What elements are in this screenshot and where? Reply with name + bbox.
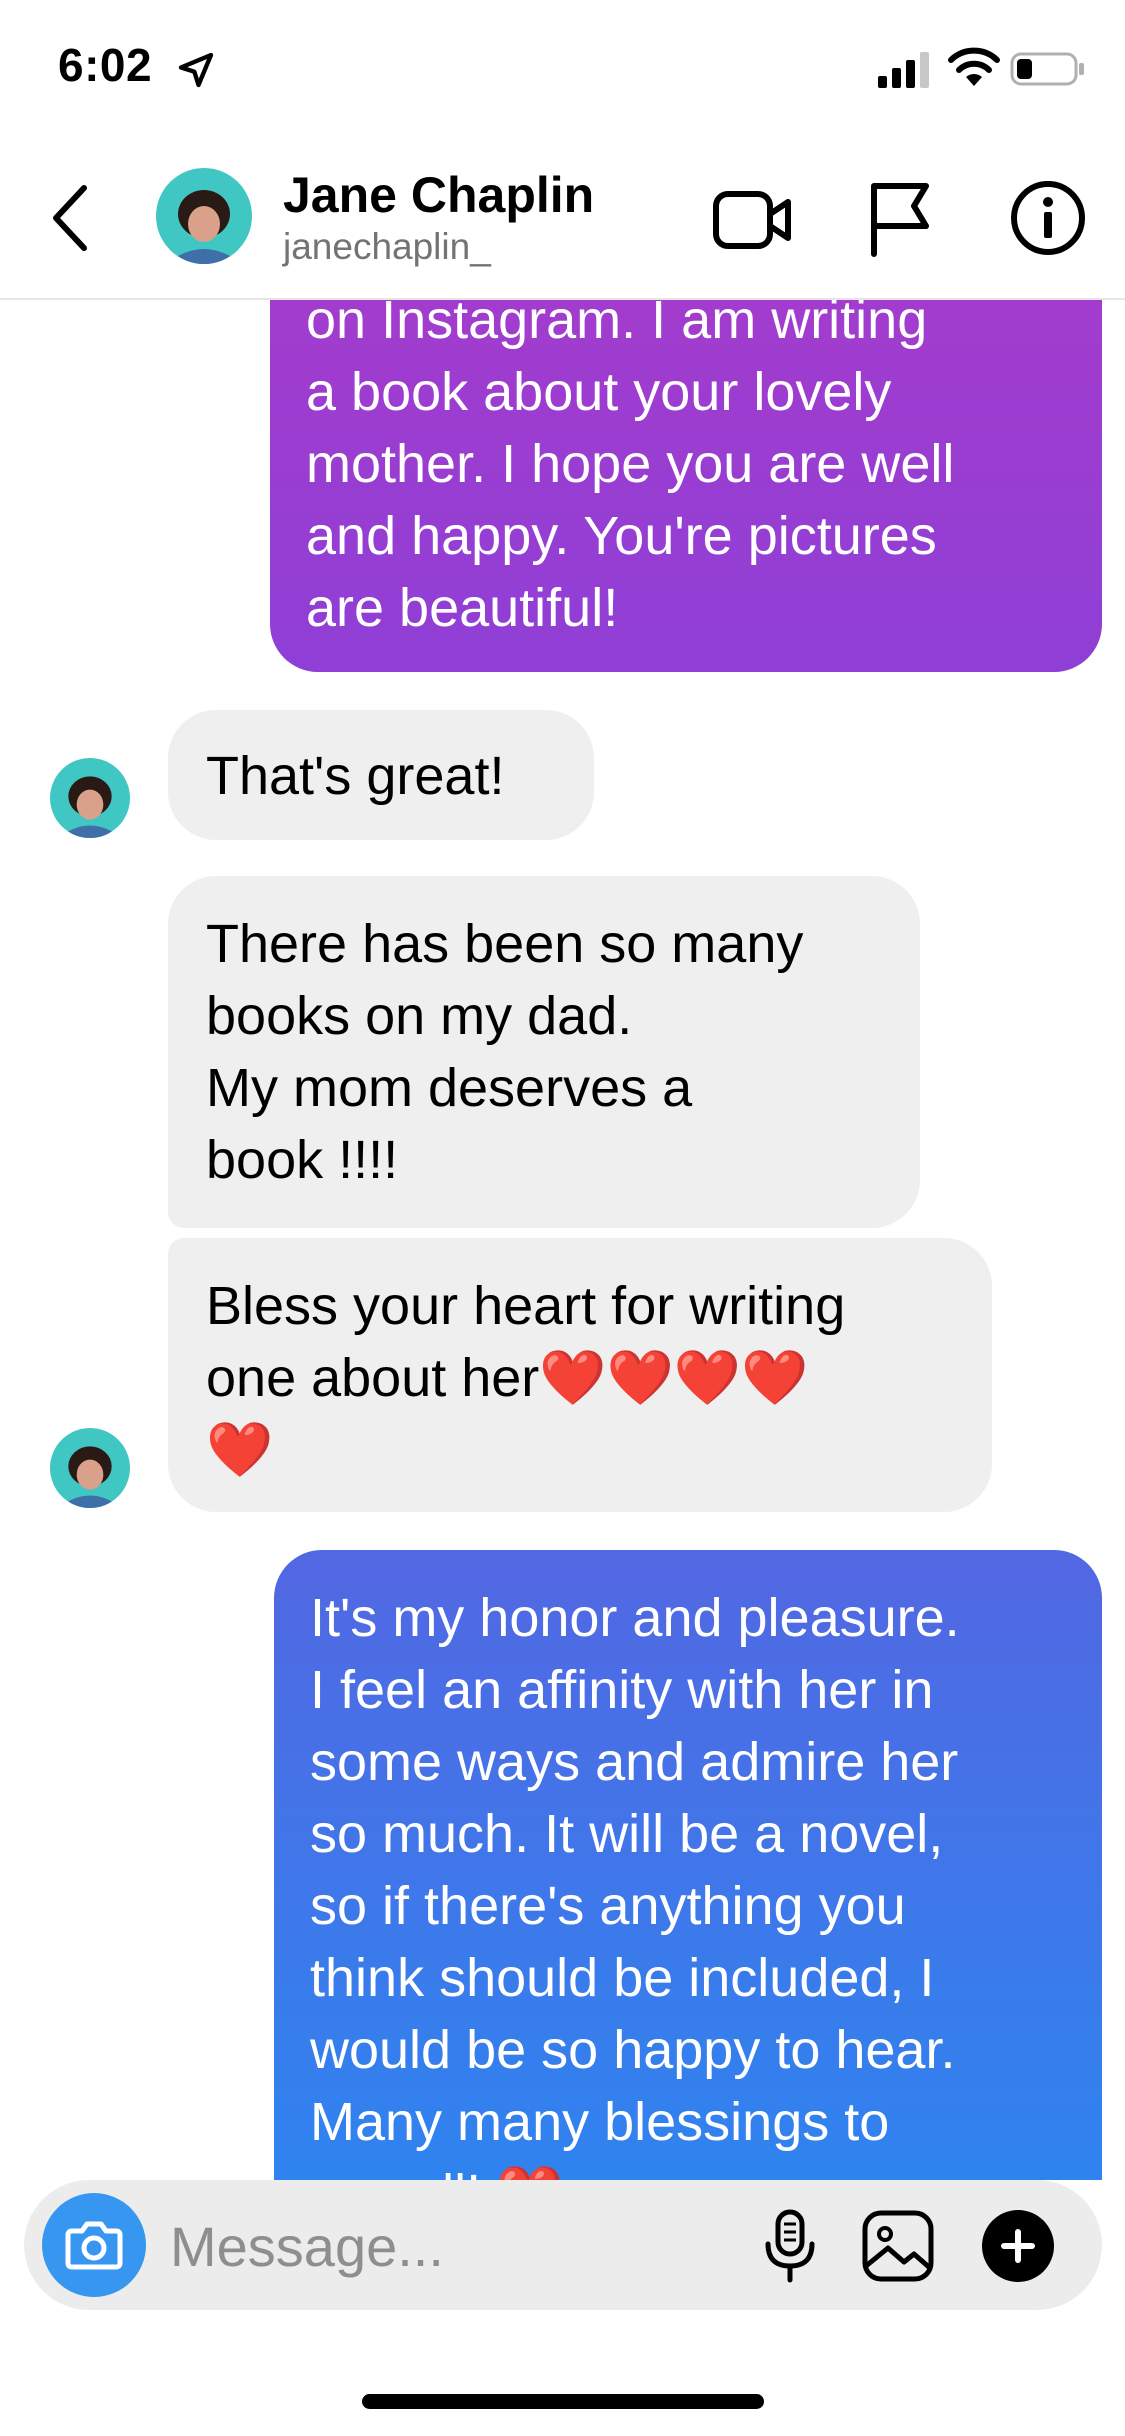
status-time: 6:02 xyxy=(58,39,153,91)
camera-icon xyxy=(65,2221,123,2270)
microphone-icon[interactable] xyxy=(754,2208,826,2284)
gallery-icon[interactable] xyxy=(860,2208,936,2284)
message-bubble-incoming[interactable]: There has been so many books on my dad. … xyxy=(168,876,920,1228)
location-arrow-icon xyxy=(178,52,214,88)
cellular-signal-icon xyxy=(878,52,929,88)
video-camera-icon[interactable] xyxy=(712,180,794,260)
message-text: That's great! xyxy=(206,746,505,806)
sender-avatar[interactable] xyxy=(50,758,130,838)
plus-button[interactable] xyxy=(982,2210,1054,2282)
message-text: There has been so many books on my dad. … xyxy=(206,914,804,1190)
contact-avatar[interactable] xyxy=(156,168,252,264)
message-composer xyxy=(24,2180,1102,2310)
wifi-icon xyxy=(948,47,1000,86)
message-thread[interactable]: on Instagram. I am writing a book about … xyxy=(0,298,1125,2180)
contact-name[interactable]: Jane Chaplin xyxy=(283,166,594,224)
message-input[interactable] xyxy=(168,2210,752,2282)
back-chevron-icon[interactable] xyxy=(44,178,100,258)
message-text: Bless your heart for writing one about h… xyxy=(206,1276,846,1480)
message-bubble-outgoing[interactable]: on Instagram. I am writing a book about … xyxy=(270,298,1102,672)
battery-icon xyxy=(1010,52,1084,86)
message-bubble-incoming[interactable]: Bless your heart for writing one about h… xyxy=(168,1238,992,1512)
plus-icon xyxy=(1001,2229,1035,2263)
message-bubble-incoming[interactable]: That's great! xyxy=(168,710,594,840)
avatar-photo-icon xyxy=(50,1428,130,1508)
camera-button[interactable] xyxy=(42,2193,146,2297)
avatar-photo-icon xyxy=(50,758,130,838)
home-indicator[interactable] xyxy=(362,2394,764,2409)
contact-handle[interactable]: janechaplin_ xyxy=(283,226,491,268)
sender-avatar[interactable] xyxy=(50,1428,130,1508)
message-text: on Instagram. I am writing a book about … xyxy=(306,298,955,638)
message-bubble-outgoing[interactable]: It's my honor and pleasure. I feel an af… xyxy=(274,1550,1102,2180)
chat-header: Jane Chaplin janechaplin_ xyxy=(0,140,1125,300)
message-text: It's my honor and pleasure. I feel an af… xyxy=(310,1588,960,2180)
flag-icon[interactable] xyxy=(866,178,936,258)
info-icon[interactable] xyxy=(1008,178,1088,258)
avatar-photo-icon xyxy=(156,168,252,264)
status-bar: 6:02 xyxy=(0,0,1125,140)
